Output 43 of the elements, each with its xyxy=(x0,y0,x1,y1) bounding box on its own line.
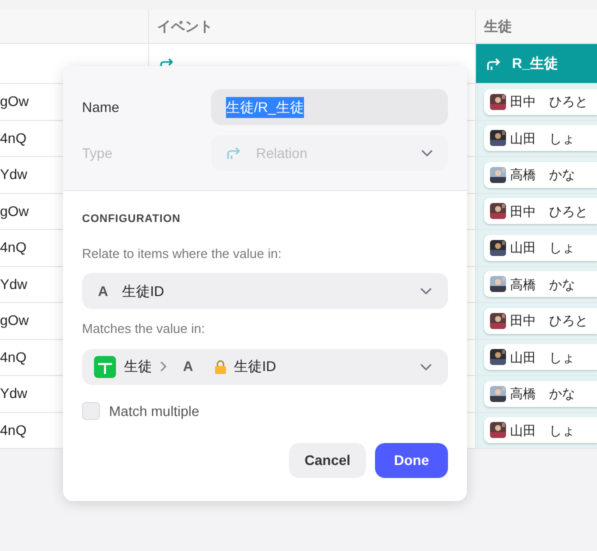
table-cell-text: Ydw xyxy=(0,165,28,184)
name-field[interactable]: 生徒/R_生徒 xyxy=(211,89,448,125)
chevron-down-icon xyxy=(420,362,432,370)
type-label: Type xyxy=(82,144,114,163)
section-title: CONFIGURATION xyxy=(82,212,182,227)
student-chip[interactable]: 高橋 かな xyxy=(484,380,597,407)
chevron-down-icon xyxy=(420,287,432,295)
name-label: Name xyxy=(82,98,120,116)
column-header: 生徒 xyxy=(484,17,512,36)
field-label: Relate to items where the value in: xyxy=(82,244,282,262)
student-chip[interactable]: 山田 しょ xyxy=(484,234,597,261)
cancel-button[interactable]: Cancel xyxy=(289,442,366,478)
text-type-icon: A xyxy=(98,280,108,302)
done-button[interactable]: Done xyxy=(375,442,448,478)
student-chip[interactable]: 山田 しょ xyxy=(484,417,597,444)
relation-icon xyxy=(226,146,242,160)
table-icon xyxy=(94,356,116,378)
student-chip[interactable]: 田中 ひろと xyxy=(484,308,597,334)
table-cell-text: Ydw xyxy=(0,384,28,404)
table-cell-text: gOw xyxy=(0,311,29,330)
student-chip[interactable]: 田中 ひろと xyxy=(484,88,597,115)
checkbox[interactable] xyxy=(82,402,100,420)
column-header: イベント xyxy=(157,17,213,36)
table-cell-text: 4nQ xyxy=(0,128,26,148)
checkbox-label: Match multiple xyxy=(109,402,200,421)
student-chip[interactable]: 山田 しょ xyxy=(484,125,597,152)
chevron-right-icon xyxy=(160,361,167,372)
chevron-down-icon xyxy=(421,149,433,157)
student-chip[interactable]: 高橋 かな xyxy=(484,162,597,188)
table-cell-text: 4nQ xyxy=(0,348,26,367)
table-cell-text: Ydw xyxy=(0,274,28,294)
table-cell-text: 4nQ xyxy=(0,238,26,258)
table-cell-text: 4nQ xyxy=(0,420,26,440)
student-chip[interactable]: 高橋 かな xyxy=(484,271,597,298)
table-cell-text: gOw xyxy=(0,202,29,221)
student-chip[interactable]: 山田 しょ xyxy=(484,344,597,370)
source-field-dropdown[interactable]: A 生徒ID xyxy=(82,273,448,309)
target-field-dropdown[interactable]: 生徒 A 生徒ID xyxy=(82,348,448,384)
field-label: Matches the value in: xyxy=(82,320,206,338)
relation-icon xyxy=(486,56,502,70)
student-chip[interactable]: 田中 ひろと xyxy=(484,198,597,224)
table-cell-text: gOw xyxy=(0,92,29,112)
text-type-icon: A xyxy=(183,356,194,377)
